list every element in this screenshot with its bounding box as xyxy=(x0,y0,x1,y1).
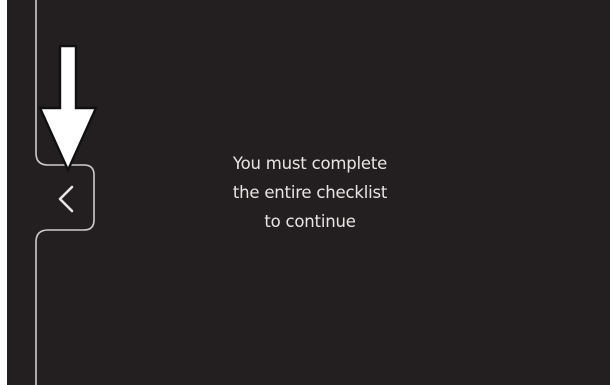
message-line-1: You must complete xyxy=(232,154,388,173)
down-arrow-icon xyxy=(38,44,98,173)
chevron-left-icon xyxy=(58,185,74,213)
message-line-2: the entire checklist xyxy=(232,183,388,202)
checklist-incomplete-message: You must complete the entire checklist t… xyxy=(170,149,450,236)
message-line-3: to continue xyxy=(264,212,356,231)
